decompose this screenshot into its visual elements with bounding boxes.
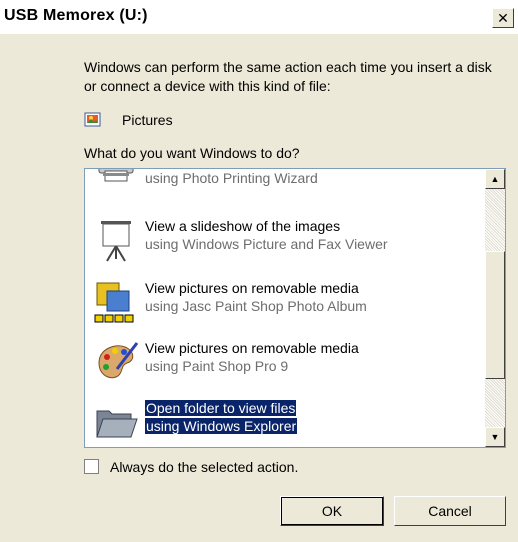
photo-album-icon — [94, 282, 134, 323]
cancel-button[interactable]: Cancel — [394, 496, 506, 526]
action-subtitle: using Jasc Paint Shop Photo Album — [145, 298, 367, 314]
always-action-checkbox[interactable] — [84, 459, 99, 474]
prompt-question: What do you want Windows to do? — [84, 145, 300, 161]
folder-icon — [96, 410, 138, 438]
title-bar: USB Memorex (U:) ✕ — [0, 0, 518, 34]
autoplay-dialog: USB Memorex (U:) ✕ Windows can perform t… — [0, 0, 518, 542]
description-text: Windows can perform the same action each… — [84, 59, 492, 94]
palette-icon — [98, 342, 139, 379]
action-title: Open folder to view files — [145, 400, 297, 416]
action-title: View pictures on removable media — [145, 340, 359, 356]
close-icon: ✕ — [497, 10, 509, 26]
action-subtitle: using Windows Picture and Fax Viewer — [145, 236, 388, 252]
scroll-up-button[interactable]: ▲ — [485, 169, 505, 189]
ok-button[interactable]: OK — [280, 496, 384, 526]
arrow-down-icon: ▼ — [490, 432, 500, 442]
action-title: View pictures on removable media — [145, 280, 359, 296]
list-item-print[interactable]: using Photo Printing Wizard — [85, 169, 479, 195]
list-item-open-folder[interactable]: Open folder to view files using Windows … — [85, 399, 479, 447]
pictures-icon — [84, 112, 101, 127]
scroll-down-button[interactable]: ▼ — [485, 427, 505, 447]
list-item-paint-shop-pro[interactable]: View pictures on removable media using P… — [85, 339, 479, 395]
window-title: USB Memorex (U:) — [4, 7, 148, 24]
action-title: View a slideshow of the images — [145, 218, 341, 234]
list-item-photo-album[interactable]: View pictures on removable media using J… — [85, 279, 479, 335]
always-action-label[interactable]: Always do the selected action. — [110, 459, 298, 475]
scroll-thumb[interactable] — [485, 251, 505, 379]
action-list[interactable]: using Photo Printing Wizard View a slide… — [84, 168, 506, 448]
projector-screen-icon — [101, 221, 131, 262]
action-subtitle: using Windows Explorer — [145, 418, 298, 434]
action-subtitle: using Paint Shop Pro 9 — [145, 358, 289, 374]
printer-icon — [98, 169, 134, 182]
list-item-slideshow[interactable]: View a slideshow of the images using Win… — [85, 217, 479, 273]
arrow-up-icon: ▲ — [490, 174, 500, 184]
file-type-label: Pictures — [122, 112, 173, 128]
list-scrollbar[interactable]: ▲ ▼ — [485, 169, 505, 447]
close-button[interactable]: ✕ — [492, 8, 514, 28]
action-subtitle: using Photo Printing Wizard — [145, 170, 318, 186]
